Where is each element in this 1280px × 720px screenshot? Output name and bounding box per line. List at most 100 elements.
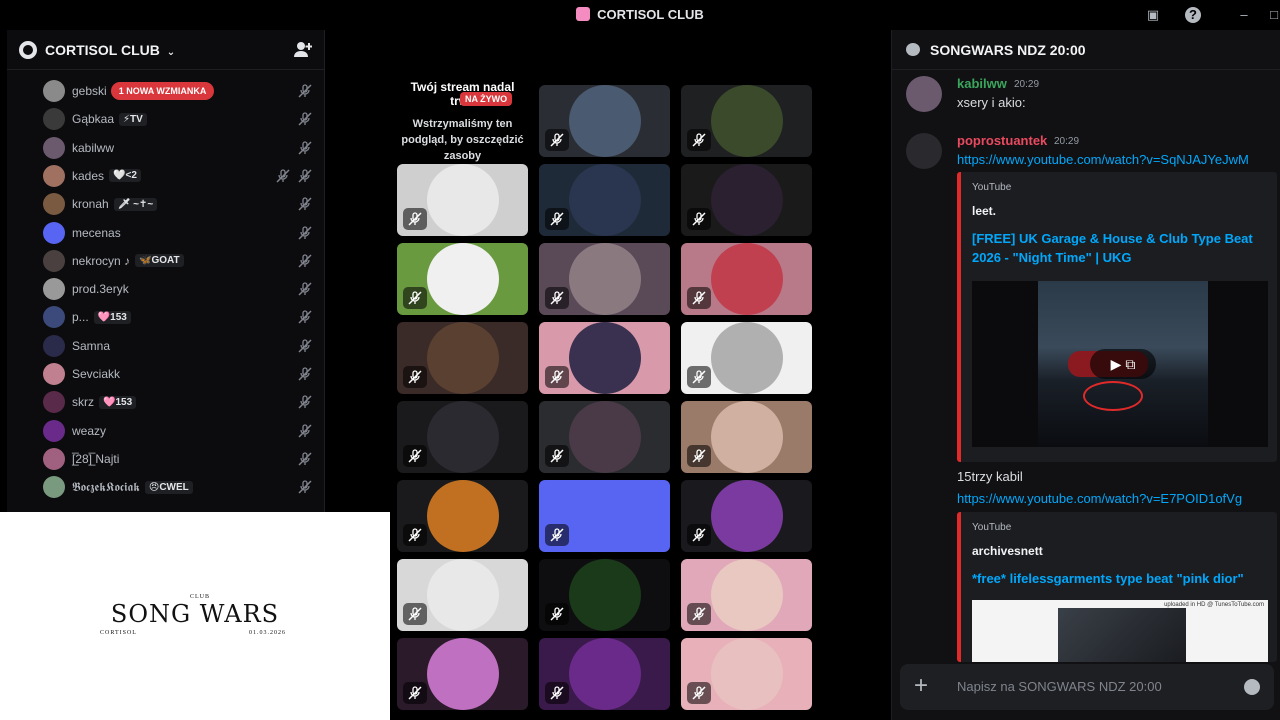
embed-channel[interactable]: leet. — [972, 204, 996, 218]
participant-tile[interactable] — [397, 243, 528, 315]
plus-icon[interactable]: + — [914, 673, 928, 699]
embed-title[interactable]: *free* lifelessgarments type beat "pink … — [972, 569, 1267, 588]
member-name: kabilww — [72, 140, 115, 155]
participant-avatar — [710, 322, 783, 394]
member-item[interactable]: nekrocyn ♪ 🦋GOAT — [43, 248, 318, 274]
participant-tile[interactable] — [397, 480, 528, 552]
message-link[interactable]: https://www.youtube.com/watch?v=SqNJAJYe… — [957, 152, 1249, 167]
member-tag: 🦋GOAT — [135, 254, 184, 268]
emoji-icon[interactable] — [1244, 679, 1260, 695]
composer-placeholder[interactable]: Napisz na SONGWARS NDZ 20:00 — [957, 679, 1162, 694]
muted-mic-icon — [403, 603, 427, 625]
logo-date-text: 01.03.2026 — [249, 630, 286, 636]
message-link[interactable]: https://www.youtube.com/watch?v=E7POID1o… — [957, 491, 1242, 506]
muted-mic-icon — [298, 254, 312, 268]
participant-tile[interactable] — [681, 480, 812, 552]
video-thumbnail[interactable]: ▶ ⧉ — [972, 281, 1268, 447]
muted-mic-icon — [403, 366, 427, 388]
participant-tile[interactable] — [397, 638, 528, 710]
participant-tile[interactable] — [539, 401, 670, 473]
participant-tile[interactable] — [539, 322, 670, 394]
video-thumbnail[interactable]: uploaded in HD @ TunesToTube.com — [972, 600, 1268, 662]
participant-tile[interactable] — [681, 401, 812, 473]
embed-provider[interactable]: YouTube — [972, 182, 1011, 193]
participant-tile[interactable] — [681, 164, 812, 236]
avatar — [43, 221, 65, 244]
server-header[interactable]: CORTISOL CLUB ⌄ — [7, 30, 324, 70]
participant-tile[interactable] — [539, 243, 670, 315]
member-name: 𝕭𝖔𝖈𝖟𝖊𝖐𝕶𝖔𝖈𝖎𝖆𝖐 — [72, 479, 140, 494]
participant-tile[interactable] — [397, 164, 528, 236]
muted-mic-icon — [545, 366, 569, 388]
embed-channel[interactable]: archivesnett — [972, 544, 1043, 558]
muted-mic-icon — [403, 682, 427, 704]
mention-badge[interactable]: 1 NOWA WZMIANKA — [110, 82, 215, 100]
participant-tile[interactable] — [539, 480, 670, 552]
message-author[interactable]: poprostuantek — [957, 133, 1047, 148]
avatar — [43, 334, 65, 357]
avatar[interactable] — [906, 76, 942, 112]
maximize-icon[interactable]: □ — [1266, 7, 1280, 23]
member-item[interactable]: gebski 1 NOWA WZMIANKA — [43, 78, 318, 104]
member-item[interactable]: Gąbkaa ⚡TV — [43, 106, 318, 132]
member-item[interactable]: 𝕭𝖔𝖈𝖟𝖊𝖐𝕶𝖔𝖈𝖎𝖆𝖐 😠CWEL — [43, 474, 318, 500]
member-tag: ⚡TV — [119, 112, 147, 126]
own-stream-tile[interactable]: Twój stream nadal trwa NA ŻYWO Wstrzymal… — [397, 80, 528, 162]
participant-avatar — [426, 401, 499, 473]
muted-mic-icon — [298, 197, 312, 211]
member-item[interactable]: Samna — [43, 333, 318, 359]
member-name: nekrocyn ♪ — [72, 253, 131, 268]
member-item[interactable]: prod.3eryk — [43, 276, 318, 302]
logo-title-text: SONG WARS — [110, 600, 280, 628]
member-item[interactable]: weazy — [43, 418, 318, 444]
minimize-icon[interactable]: – — [1236, 7, 1252, 23]
stream-preview[interactable]: CLUB SONG WARS CORTISOL 01.03.2026 — [0, 512, 390, 720]
window-title: CORTISOL CLUB — [0, 7, 1280, 22]
participant-tile[interactable] — [539, 638, 670, 710]
member-item[interactable]: kronah 🗡 ~✝~ — [43, 191, 318, 217]
participant-avatar — [568, 401, 641, 473]
member-item[interactable]: Sevciakk — [43, 361, 318, 387]
server-name[interactable]: CORTISOL CLUB ⌄ — [45, 42, 292, 58]
participant-avatar — [568, 243, 641, 315]
participant-tile[interactable] — [681, 559, 812, 631]
muted-mic-icon — [545, 129, 569, 151]
deafened-icon — [276, 169, 290, 183]
member-item[interactable]: [̲̅28]̲̅ Najti — [43, 446, 318, 472]
chat-channel-name: SONGWARS NDZ 20:00 — [930, 41, 1086, 58]
embed-title[interactable]: [FREE] UK Garage & House & Club Type Bea… — [972, 229, 1267, 267]
participant-avatar — [568, 322, 641, 394]
avatar — [43, 278, 65, 301]
chevron-down-icon: ⌄ — [166, 46, 176, 58]
play-icon[interactable]: ▶ ⧉ — [1090, 349, 1156, 379]
avatar[interactable] — [906, 133, 942, 169]
member-item[interactable]: mecenas — [43, 220, 318, 246]
participant-tile[interactable] — [539, 164, 670, 236]
add-user-icon[interactable] — [292, 41, 313, 59]
participant-tile[interactable] — [397, 322, 528, 394]
participant-tile[interactable] — [539, 559, 670, 631]
muted-mic-icon — [687, 129, 711, 151]
avatar — [43, 447, 65, 470]
message-composer[interactable]: + Napisz na SONGWARS NDZ 20:00 — [900, 664, 1274, 710]
avatar — [43, 108, 65, 131]
participant-avatar — [568, 480, 641, 552]
muted-mic-icon — [687, 445, 711, 467]
participant-tile[interactable] — [397, 401, 528, 473]
member-item[interactable]: kabilww — [43, 135, 318, 161]
muted-mic-icon — [545, 208, 569, 230]
member-item[interactable]: skrz 🩷153 — [43, 389, 318, 415]
participant-tile[interactable] — [681, 322, 812, 394]
member-item[interactable]: kades 🤍<2 — [43, 163, 318, 189]
inbox-icon[interactable]: ▣ — [1145, 7, 1161, 23]
member-item[interactable]: p... 🩷153 — [43, 304, 318, 330]
help-icon[interactable]: ? — [1185, 7, 1201, 23]
participant-tile[interactable] — [681, 85, 812, 157]
participant-tile[interactable] — [681, 243, 812, 315]
participant-tile[interactable] — [539, 85, 670, 157]
muted-mic-icon — [545, 603, 569, 625]
message-author[interactable]: kabilww — [957, 76, 1007, 91]
participant-tile[interactable] — [397, 559, 528, 631]
participant-tile[interactable] — [681, 638, 812, 710]
embed-provider[interactable]: YouTube — [972, 522, 1011, 533]
